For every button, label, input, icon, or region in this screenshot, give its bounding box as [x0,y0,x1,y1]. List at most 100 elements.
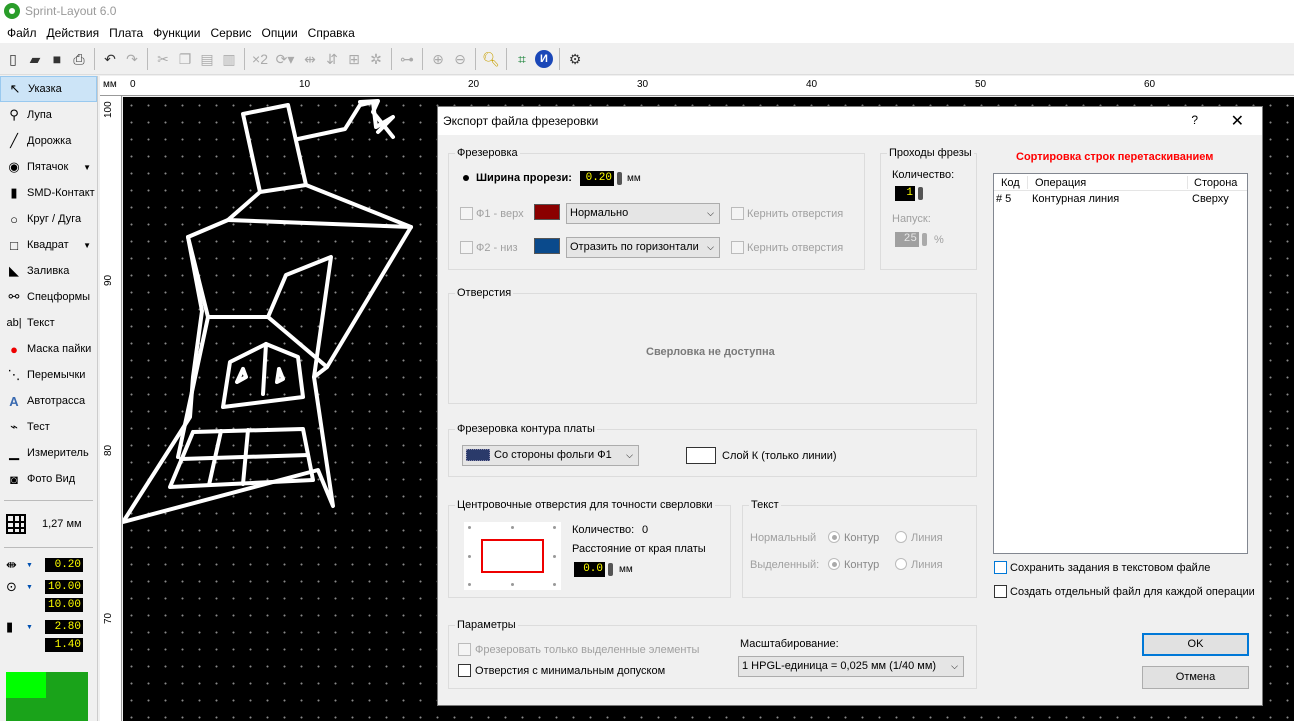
cancel-button[interactable]: Отмена [1142,666,1249,689]
open-folder-icon[interactable]: ▰ [24,47,46,71]
col-side[interactable]: Сторона [1194,177,1237,189]
delete-icon[interactable]: ▥ [218,47,240,71]
group-icon[interactable]: ✲ [365,47,387,71]
min-tolerance-checkbox[interactable] [458,664,471,677]
f1-checkbox[interactable] [460,207,473,220]
f2-checkbox[interactable] [460,241,473,254]
outline-side-select[interactable]: Со стороны фольги Ф1 ⌵ [462,445,639,466]
tool-solder-mask[interactable]: ● Маска пайки [0,336,97,362]
menu-functions[interactable]: Функции [148,26,205,40]
tool-smd[interactable]: ▮ SMD-Контакт [0,180,97,206]
f1-color-swatch[interactable] [534,204,560,220]
save-icon[interactable]: ■ [46,47,68,71]
tool-jumper[interactable]: ⋱ Перемычки [0,362,97,388]
dropdown-arrow-icon[interactable]: ▼ [26,562,33,569]
tool-pointer[interactable]: ↖ Указка [0,76,97,102]
new-file-icon[interactable]: ▯ [2,47,24,71]
overlap-spinner[interactable] [922,233,927,246]
dropdown-arrow-icon[interactable]: ▼ [26,624,33,631]
settings-gear-icon[interactable]: ⚙ [564,47,586,71]
tool-autoroute[interactable]: A Автотрасса [0,388,97,414]
save-text-checkbox[interactable] [994,561,1007,574]
layer-color-preview[interactable] [6,672,88,721]
duplicate-icon[interactable]: ×2 [249,47,271,71]
lock-icon[interactable]: ⊕ [427,47,449,71]
normal-line-radio[interactable] [895,531,907,544]
dropdown-arrow-icon[interactable]: ▼ [26,584,33,591]
edge-distance-input[interactable]: 0.0 [574,562,605,577]
menu-board[interactable]: Плата [104,26,148,40]
redo-icon[interactable]: ↷ [121,47,143,71]
passes-count-spinner[interactable] [918,187,923,200]
cut-width-radio[interactable] [460,172,472,184]
snap-icon[interactable]: ⊶ [396,47,418,71]
f1-mode-select[interactable]: Нормально ⌵ [566,203,720,224]
crop-icon[interactable]: ⌗ [511,47,533,71]
tool-circle[interactable]: ○ Круг / Дуга [0,206,97,232]
tool-magnifier[interactable]: ⚲ Лупа [0,102,97,128]
col-operation[interactable]: Операция [1035,177,1086,189]
tool-photo-view[interactable]: ◙ Фото Вид [0,466,97,492]
tool-square[interactable]: □ Квадрат ▼ [0,232,97,258]
tool-track[interactable]: ╱ Дорожка [0,128,97,154]
rotate-icon[interactable]: ⟳▾ [271,47,299,71]
selected-line-radio[interactable] [895,558,907,571]
undo-icon[interactable]: ↶ [99,47,121,71]
layer-k-swatch[interactable] [686,447,716,464]
overlap-input[interactable]: 25 [895,232,919,247]
f1-drill-label: Кернить отверстия [747,208,844,220]
scale-label: Масштабирование: [740,638,839,650]
menu-actions[interactable]: Действия [42,26,105,40]
pad-inner-input[interactable]: 10.00 [45,598,83,612]
dropdown-arrow-icon[interactable]: ▼ [83,163,91,172]
tool-test[interactable]: ⌁ Тест [0,414,97,440]
paste-icon[interactable]: ▤ [196,47,218,71]
ok-button[interactable]: OK [1142,633,1249,656]
menu-options[interactable]: Опции [257,26,303,40]
align-icon[interactable]: ⊞ [343,47,365,71]
mirror-vertical-icon[interactable]: ⇵ [321,47,343,71]
f2-color-swatch[interactable] [534,238,560,254]
cut-width-input[interactable]: 0.20 [580,171,614,186]
close-button[interactable]: ✕ [1231,111,1244,131]
separate-file-checkbox[interactable] [994,585,1007,598]
scale-select[interactable]: 1 HPGL-единица = 0,025 мм (1/40 мм) ⌵ [738,656,964,677]
tool-pad[interactable]: ◉ Пятачок ▼ [0,154,97,180]
print-icon[interactable]: ⎙ [68,47,90,71]
mirror-horizontal-icon[interactable]: ⇹ [299,47,321,71]
help-button[interactable]: ? [1191,113,1198,127]
menu-help[interactable]: Справка [303,26,360,40]
menu-service[interactable]: Сервис [205,26,256,40]
edge-distance-label: Расстояние от края платы [572,543,706,555]
copy-icon[interactable]: ❐ [174,47,196,71]
menu-file[interactable]: Файл [2,26,42,40]
tool-ruler[interactable]: ▁ Измеритель [0,440,97,466]
selected-contour-radio[interactable] [828,558,840,571]
zoom-icon[interactable]: 🔍︎ [480,47,502,71]
passes-count-input[interactable]: 1 [895,186,915,201]
track-width-input[interactable]: 0.20 [45,558,83,572]
cut-icon[interactable]: ✂ [152,47,174,71]
smd-width-input[interactable]: 2.80 [45,620,83,634]
tool-fill[interactable]: ◣ Заливка [0,258,97,284]
col-code[interactable]: Код [1001,177,1020,189]
info-icon[interactable]: И [533,47,555,71]
pad-size-icon: ⊙ [6,579,17,594]
tool-text[interactable]: ab| Текст [0,310,97,336]
pad-outer-input[interactable]: 10.00 [45,580,83,594]
cut-width-spinner[interactable] [617,172,622,185]
edge-distance-spinner[interactable] [608,563,613,576]
normal-contour-radio[interactable] [828,531,840,544]
f2-drill-checkbox[interactable] [731,241,744,254]
f1-drill-checkbox[interactable] [731,207,744,220]
tool-panel: ↖ Указка ⚲ Лупа ╱ Дорожка ◉ Пятачок ▼ ▮ SMD-Ко… [0,76,98,721]
dropdown-arrow-icon[interactable]: ▼ [83,241,91,250]
table-row[interactable]: # 5 Контурная линия Сверху [994,192,1247,208]
operations-list[interactable]: Код Операция Сторона # 5 Контурная линия… [993,173,1248,554]
grid-selector[interactable]: 1,27 мм [0,509,97,539]
smd-height-input[interactable]: 1.40 [45,638,83,652]
only-selected-checkbox[interactable] [458,643,471,656]
unlock-icon[interactable]: ⊖ [449,47,471,71]
f2-mode-select[interactable]: Отразить по горизонтали ⌵ [566,237,720,258]
tool-special-forms[interactable]: ⚯ Спецформы [0,284,97,310]
